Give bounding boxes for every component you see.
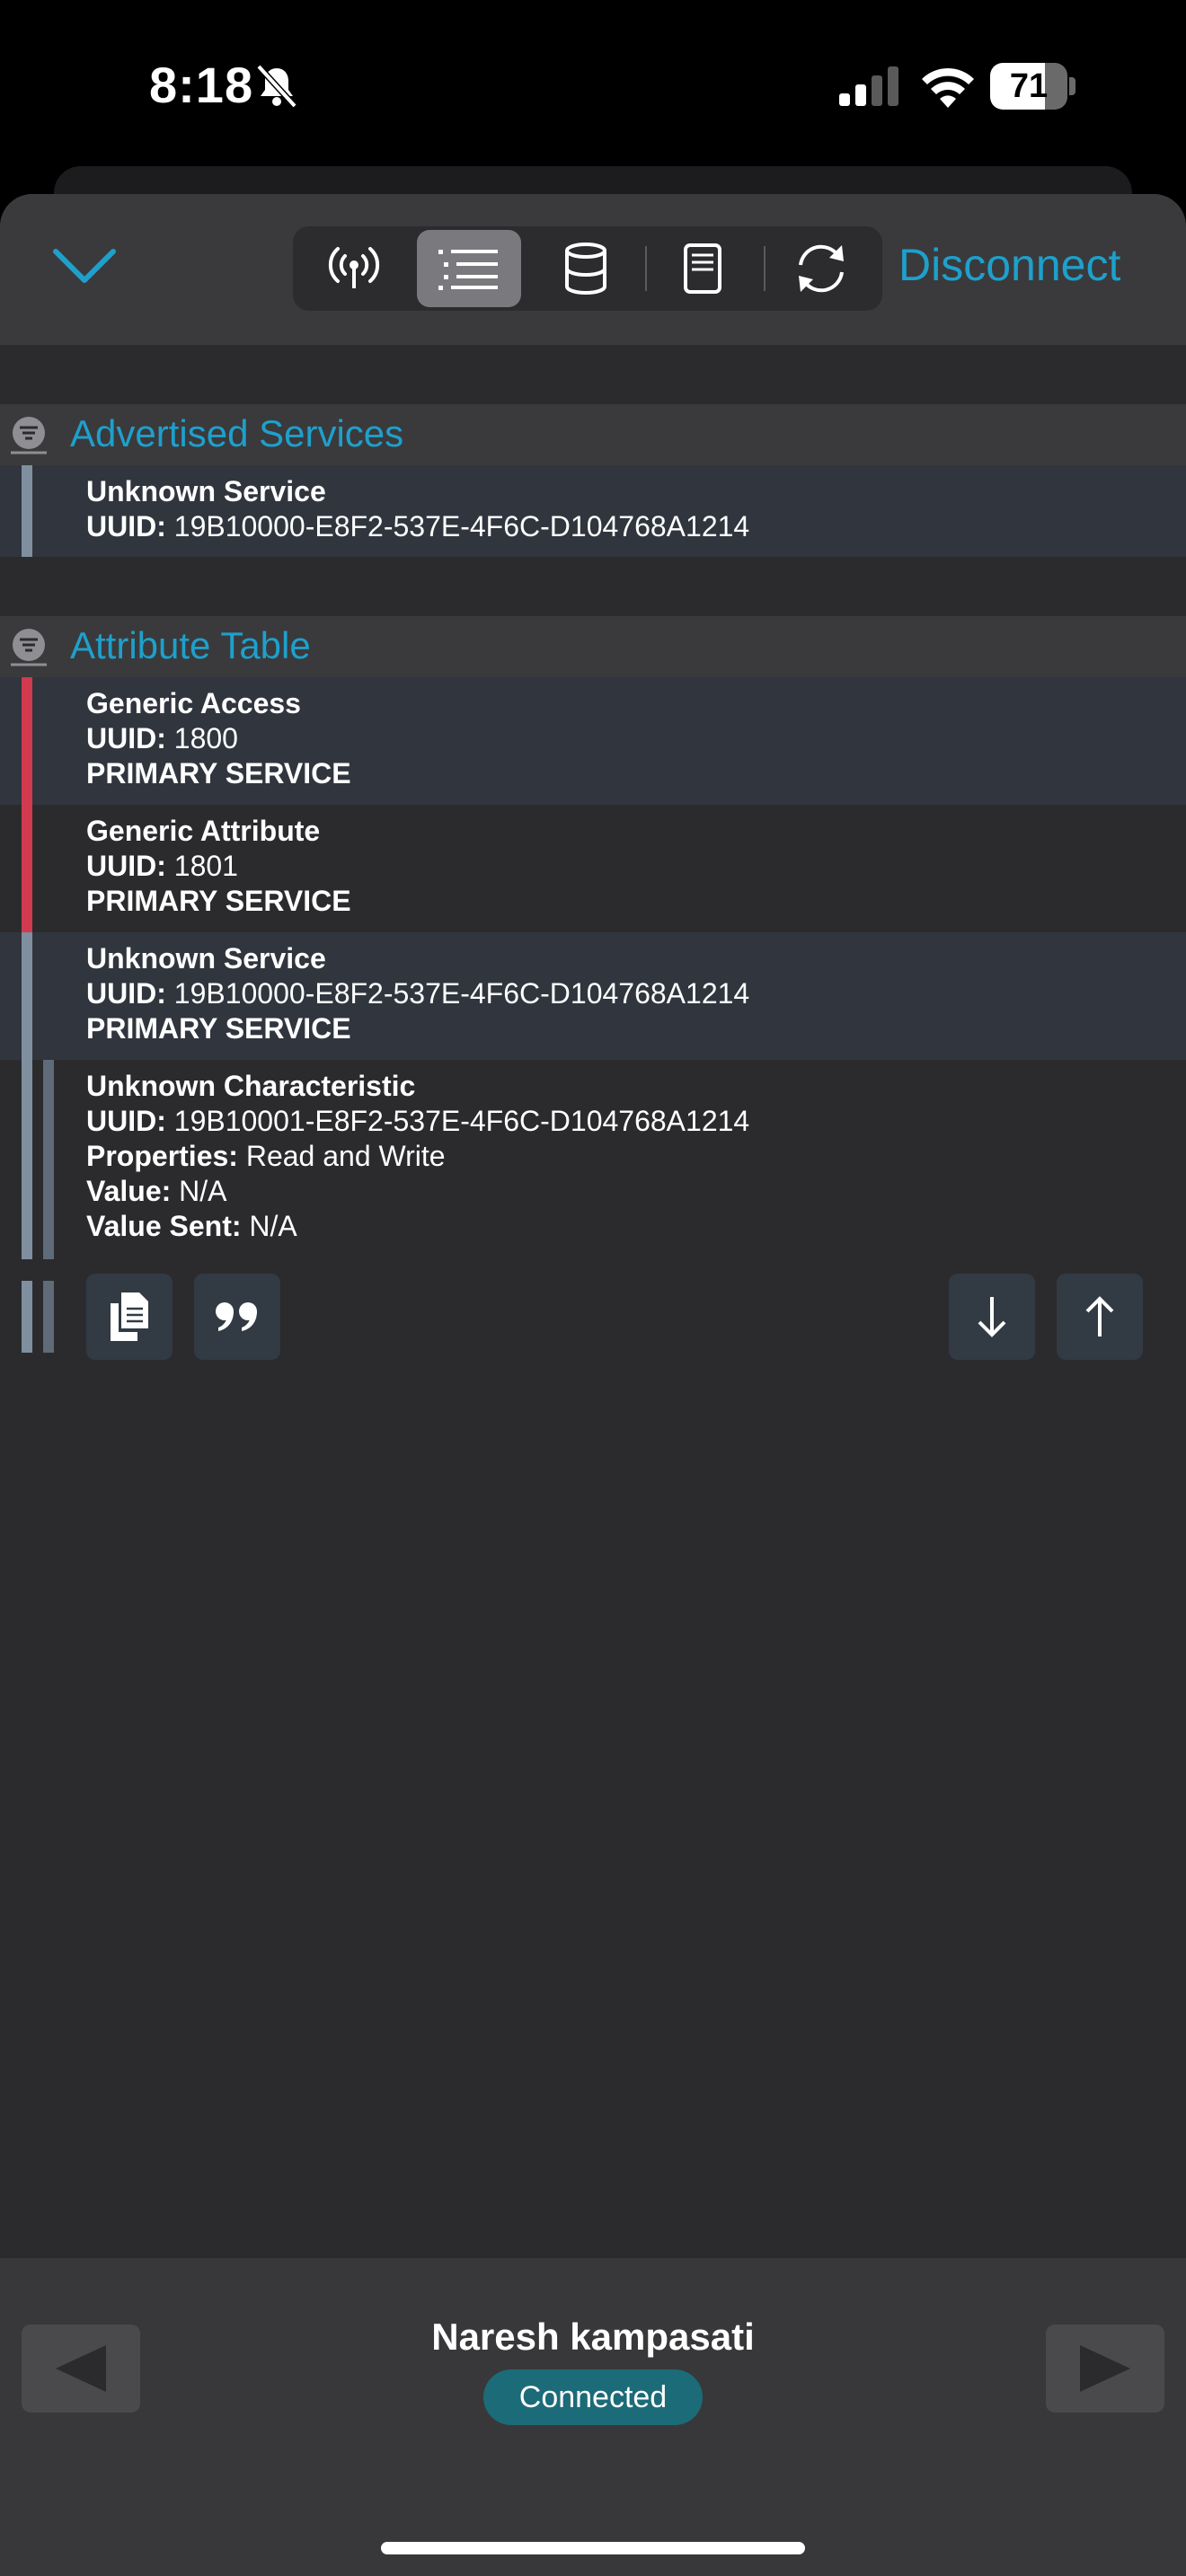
characteristic-name: Unknown Characteristic [86,1070,416,1102]
tab-attribute-table[interactable] [417,230,521,307]
next-device-button[interactable] [1046,2325,1164,2413]
service-type: PRIMARY SERVICE [86,885,351,917]
database-icon [565,243,606,295]
service-uuid: 19B10000-E8F2-537E-4F6C-D104768A1214 [165,977,750,1010]
read-button[interactable] [949,1274,1035,1360]
uuid-label: UUID: [86,1105,166,1137]
characteristic-value-sent: N/A [241,1210,297,1242]
write-button[interactable] [1057,1274,1143,1360]
toolbar: Disconnect [0,194,1186,345]
log-icon [684,243,721,294]
service-row-unknown-service[interactable]: Unknown Service UUID: 19B10000-E8F2-537E… [0,932,1186,1060]
antenna-icon [328,247,380,288]
device-name: Naresh kampasati [431,2316,755,2358]
uuid-label: UUID: [86,977,166,1010]
tab-advertisement[interactable] [302,230,406,307]
service-uuid: 1800 [165,722,238,754]
service-indicator [22,677,32,805]
device-sheet: Disconnect Advertised Services Unknown S… [0,194,1186,2576]
list-icon [438,250,498,290]
quote-button[interactable] [194,1274,280,1360]
tab-refresh[interactable] [769,230,873,307]
view-segmented-control [293,226,882,311]
characteristic-actions-row [0,1268,1186,1367]
characteristic-value: N/A [171,1175,227,1207]
refresh-icon [799,244,844,293]
service-uuid: 1801 [165,850,238,882]
section-title: Advertised Services [70,412,404,454]
service-name: Unknown Service [86,475,326,507]
disconnect-button[interactable]: Disconnect [898,239,1120,291]
collapse-section-icon [11,629,47,666]
tab-log[interactable] [651,230,755,307]
service-indicator [22,1281,32,1353]
connection-status-badge: Connected [483,2369,703,2425]
arrow-down-icon [978,1297,1006,1337]
service-indicator [22,1060,32,1259]
copy-button[interactable] [86,1274,173,1360]
triangle-right-icon [1080,2345,1130,2392]
collapse-section-icon [11,417,47,454]
advertised-service-row[interactable]: Unknown Service UUID: 19B10000-E8F2-537E… [0,465,1186,557]
service-name: Generic Attribute [86,815,321,847]
uuid-label: UUID: [86,510,166,543]
value-label: Value: [86,1175,172,1207]
characteristic-properties: Read and Write [237,1140,446,1172]
service-name: Generic Access [86,687,301,719]
bell-slash-icon [256,64,297,109]
attribute-table-header[interactable]: Attribute Table [0,616,1186,677]
service-row-generic-access[interactable]: Generic Access UUID: 1800 PRIMARY SERVIC… [0,677,1186,805]
service-type: PRIMARY SERVICE [86,1012,351,1045]
home-indicator[interactable] [381,2542,805,2554]
service-indicator [22,932,32,1060]
characteristic-indicator [43,1060,54,1259]
service-name: Unknown Service [86,942,326,975]
cellular-signal-icon [839,66,898,106]
wifi-icon [922,67,974,108]
copy-icon [111,1292,148,1341]
tab-data[interactable] [534,230,638,307]
battery-percent: 71 [1009,67,1049,105]
service-type: PRIMARY SERVICE [86,757,351,790]
chevron-down-icon[interactable] [50,244,119,289]
battery-indicator: 71 [990,63,1076,110]
uuid-label: UUID: [86,850,166,882]
properties-label: Properties: [86,1140,238,1172]
section-title: Attribute Table [70,624,311,666]
uuid-label: UUID: [86,722,166,754]
characteristic-row[interactable]: Unknown Characteristic UUID: 19B10001-E8… [0,1060,1186,1259]
quote-icon [216,1302,257,1331]
characteristic-uuid: 19B10001-E8F2-537E-4F6C-D104768A1214 [165,1105,750,1137]
service-uuid: 19B10000-E8F2-537E-4F6C-D104768A1214 [165,510,750,543]
arrow-up-icon [1085,1296,1114,1337]
service-indicator [22,805,32,932]
service-indicator [22,465,32,557]
value-sent-label: Value Sent: [86,1210,242,1242]
service-row-generic-attribute[interactable]: Generic Attribute UUID: 1801 PRIMARY SER… [0,805,1186,932]
status-time: 8:18 [149,57,254,113]
device-footer: Naresh kampasati Connected [0,2258,1186,2576]
advertised-services-header[interactable]: Advertised Services [0,404,1186,465]
characteristic-indicator [43,1281,54,1353]
